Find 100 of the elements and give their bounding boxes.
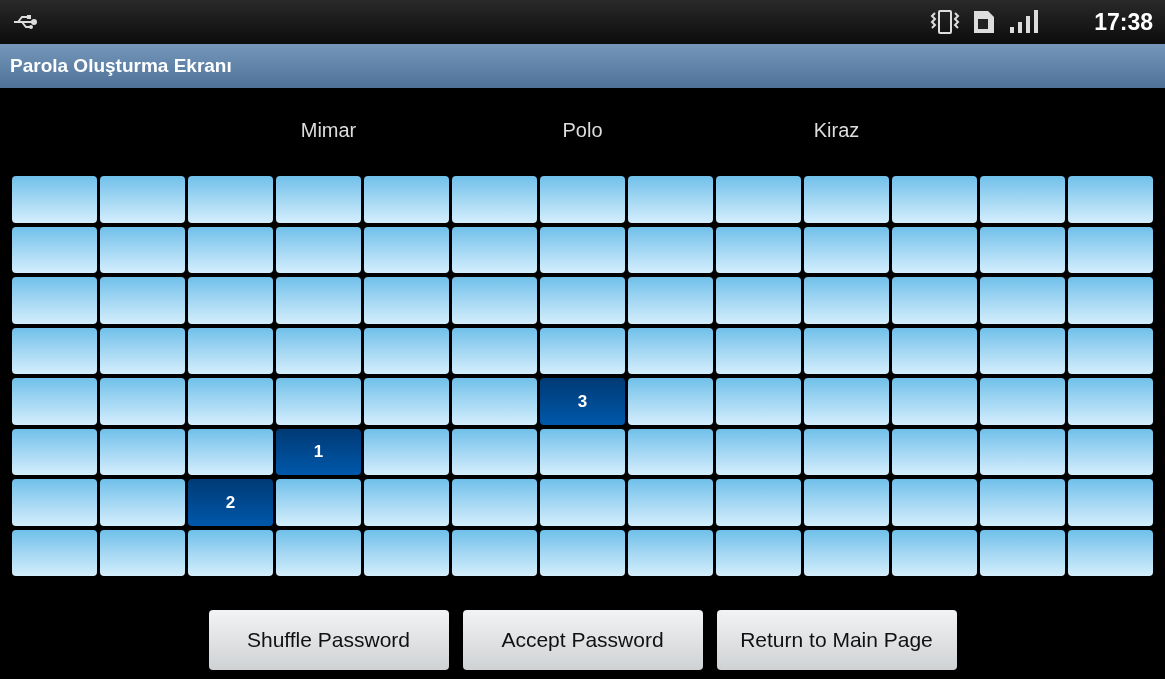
grid-cell[interactable] bbox=[1068, 226, 1153, 273]
grid-cell[interactable] bbox=[804, 277, 889, 324]
grid-cell[interactable] bbox=[716, 378, 801, 425]
action-button[interactable]: Shuffle Password bbox=[208, 610, 449, 670]
grid-cell[interactable] bbox=[12, 479, 97, 526]
grid-cell[interactable] bbox=[188, 327, 273, 374]
grid-cell[interactable] bbox=[1068, 176, 1153, 223]
grid-cell[interactable] bbox=[980, 176, 1065, 223]
grid-cell[interactable] bbox=[100, 479, 185, 526]
grid-cell[interactable] bbox=[716, 226, 801, 273]
grid-cell[interactable] bbox=[892, 327, 977, 374]
grid-cell[interactable] bbox=[1068, 378, 1153, 425]
grid-cell[interactable] bbox=[804, 176, 889, 223]
grid-cell[interactable] bbox=[12, 428, 97, 475]
grid-cell[interactable] bbox=[540, 428, 625, 475]
grid-cell[interactable] bbox=[716, 529, 801, 576]
grid-cell[interactable] bbox=[188, 226, 273, 273]
grid-cell[interactable] bbox=[12, 277, 97, 324]
grid-cell[interactable] bbox=[804, 428, 889, 475]
grid-cell[interactable] bbox=[540, 479, 625, 526]
grid-cell[interactable] bbox=[892, 226, 977, 273]
grid-cell[interactable] bbox=[892, 176, 977, 223]
grid-cell[interactable] bbox=[628, 327, 713, 374]
grid-cell[interactable] bbox=[980, 428, 1065, 475]
grid-cell[interactable] bbox=[540, 226, 625, 273]
grid-cell[interactable] bbox=[804, 378, 889, 425]
grid-cell[interactable] bbox=[716, 327, 801, 374]
grid-cell[interactable] bbox=[452, 428, 537, 475]
grid-cell[interactable] bbox=[364, 277, 449, 324]
grid-cell[interactable] bbox=[716, 176, 801, 223]
grid-cell[interactable] bbox=[12, 327, 97, 374]
grid-cell[interactable] bbox=[12, 226, 97, 273]
grid-cell[interactable] bbox=[716, 277, 801, 324]
grid-cell[interactable] bbox=[100, 529, 185, 576]
grid-cell[interactable] bbox=[452, 176, 537, 223]
grid-cell[interactable] bbox=[364, 378, 449, 425]
grid-cell[interactable] bbox=[452, 479, 537, 526]
grid-cell[interactable] bbox=[540, 529, 625, 576]
grid-cell[interactable] bbox=[100, 378, 185, 425]
grid-cell[interactable] bbox=[892, 378, 977, 425]
grid-cell[interactable] bbox=[276, 277, 361, 324]
grid-cell[interactable] bbox=[12, 176, 97, 223]
grid-cell[interactable] bbox=[892, 479, 977, 526]
grid-cell[interactable] bbox=[1068, 529, 1153, 576]
grid-cell[interactable] bbox=[452, 378, 537, 425]
grid-cell[interactable] bbox=[276, 479, 361, 526]
grid-cell[interactable] bbox=[1068, 428, 1153, 475]
grid-cell[interactable] bbox=[276, 378, 361, 425]
grid-cell[interactable] bbox=[100, 327, 185, 374]
grid-cell[interactable] bbox=[276, 226, 361, 273]
grid-cell[interactable] bbox=[1068, 277, 1153, 324]
grid-cell[interactable] bbox=[804, 479, 889, 526]
grid-cell[interactable] bbox=[452, 226, 537, 273]
grid-cell[interactable] bbox=[804, 226, 889, 273]
grid-cell[interactable] bbox=[628, 529, 713, 576]
grid-cell[interactable] bbox=[364, 479, 449, 526]
grid-cell[interactable] bbox=[276, 529, 361, 576]
grid-cell[interactable] bbox=[980, 529, 1065, 576]
grid-cell[interactable] bbox=[188, 277, 273, 324]
grid-cell[interactable] bbox=[12, 378, 97, 425]
grid-cell[interactable] bbox=[276, 176, 361, 223]
grid-cell[interactable] bbox=[540, 176, 625, 223]
grid-cell[interactable] bbox=[364, 529, 449, 576]
grid-cell[interactable] bbox=[364, 226, 449, 273]
grid-cell[interactable] bbox=[628, 226, 713, 273]
grid-cell[interactable] bbox=[892, 529, 977, 576]
grid-cell[interactable] bbox=[540, 327, 625, 374]
grid-cell[interactable] bbox=[980, 327, 1065, 374]
grid-cell[interactable] bbox=[1068, 479, 1153, 526]
grid-cell[interactable] bbox=[364, 176, 449, 223]
grid-cell[interactable] bbox=[188, 378, 273, 425]
grid-cell[interactable] bbox=[980, 226, 1065, 273]
grid-cell[interactable] bbox=[100, 176, 185, 223]
grid-cell[interactable] bbox=[628, 479, 713, 526]
grid-cell[interactable] bbox=[188, 428, 273, 475]
grid-cell[interactable]: 3 bbox=[540, 378, 625, 425]
grid-cell[interactable] bbox=[100, 428, 185, 475]
grid-cell[interactable] bbox=[804, 529, 889, 576]
grid-cell[interactable] bbox=[628, 378, 713, 425]
grid-cell[interactable] bbox=[276, 327, 361, 374]
grid-cell[interactable] bbox=[980, 479, 1065, 526]
grid-cell[interactable] bbox=[1068, 327, 1153, 374]
action-button[interactable]: Accept Password bbox=[462, 610, 703, 670]
grid-cell[interactable] bbox=[804, 327, 889, 374]
grid-cell[interactable] bbox=[100, 277, 185, 324]
grid-cell[interactable] bbox=[892, 428, 977, 475]
grid-cell[interactable] bbox=[452, 327, 537, 374]
grid-cell[interactable] bbox=[452, 277, 537, 324]
action-button[interactable]: Return to Main Page bbox=[716, 610, 957, 670]
grid-cell[interactable] bbox=[188, 176, 273, 223]
grid-cell[interactable] bbox=[188, 529, 273, 576]
grid-cell[interactable] bbox=[628, 176, 713, 223]
grid-cell[interactable]: 2 bbox=[188, 479, 273, 526]
grid-cell[interactable] bbox=[12, 529, 97, 576]
grid-cell[interactable] bbox=[628, 277, 713, 324]
grid-cell[interactable] bbox=[980, 378, 1065, 425]
grid-cell[interactable] bbox=[892, 277, 977, 324]
grid-cell[interactable] bbox=[452, 529, 537, 576]
grid-cell[interactable] bbox=[716, 428, 801, 475]
grid-cell[interactable]: 1 bbox=[276, 428, 361, 475]
